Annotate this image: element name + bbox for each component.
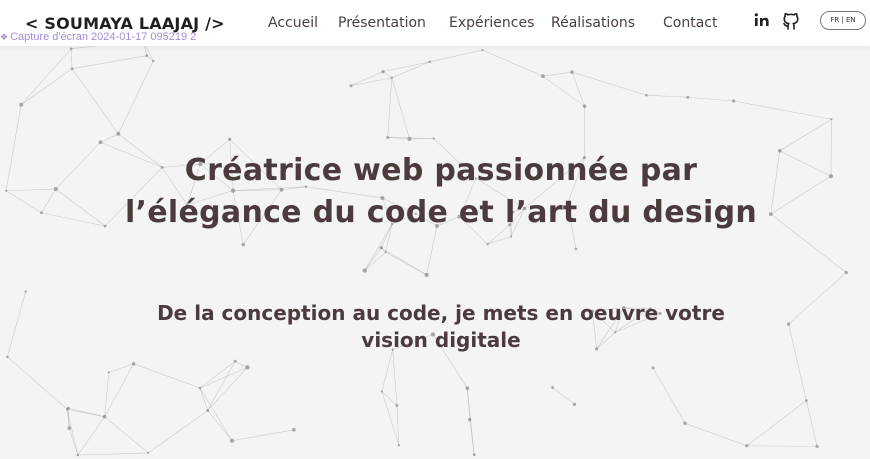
broken-image-alt-text: ❖ Capture d'écran 2024-01-17 095219 2 — [0, 31, 196, 43]
hero-subtitle: De la conception au code, je mets en oeu… — [157, 301, 725, 352]
github-icon[interactable] — [780, 10, 802, 32]
hero-title: Créatrice web passionnée par l’élégance … — [0, 150, 870, 234]
nav-link-realisations[interactable]: Réalisations — [551, 15, 635, 31]
hero-title-line-2: l’élégance du code et l’art du design — [124, 195, 758, 230]
nav-link-experiences[interactable]: Expériences — [449, 15, 534, 31]
hero-title-line-1: Créatrice web passionnée par — [184, 153, 698, 188]
nav-link-contact[interactable]: Contact — [663, 15, 717, 31]
hero-section: Créatrice web passionnée par l’élégance … — [0, 150, 870, 354]
broken-image-icon: ❖ — [0, 32, 9, 42]
nav-link-presentation[interactable]: Présentation — [338, 15, 426, 31]
nav-link-accueil[interactable]: Accueil — [268, 15, 318, 31]
linkedin-icon[interactable] — [752, 10, 774, 32]
image-alt-label: Capture d'écran 2024-01-17 095219 2 — [10, 31, 197, 43]
language-toggle[interactable]: FR | EN — [820, 11, 866, 30]
